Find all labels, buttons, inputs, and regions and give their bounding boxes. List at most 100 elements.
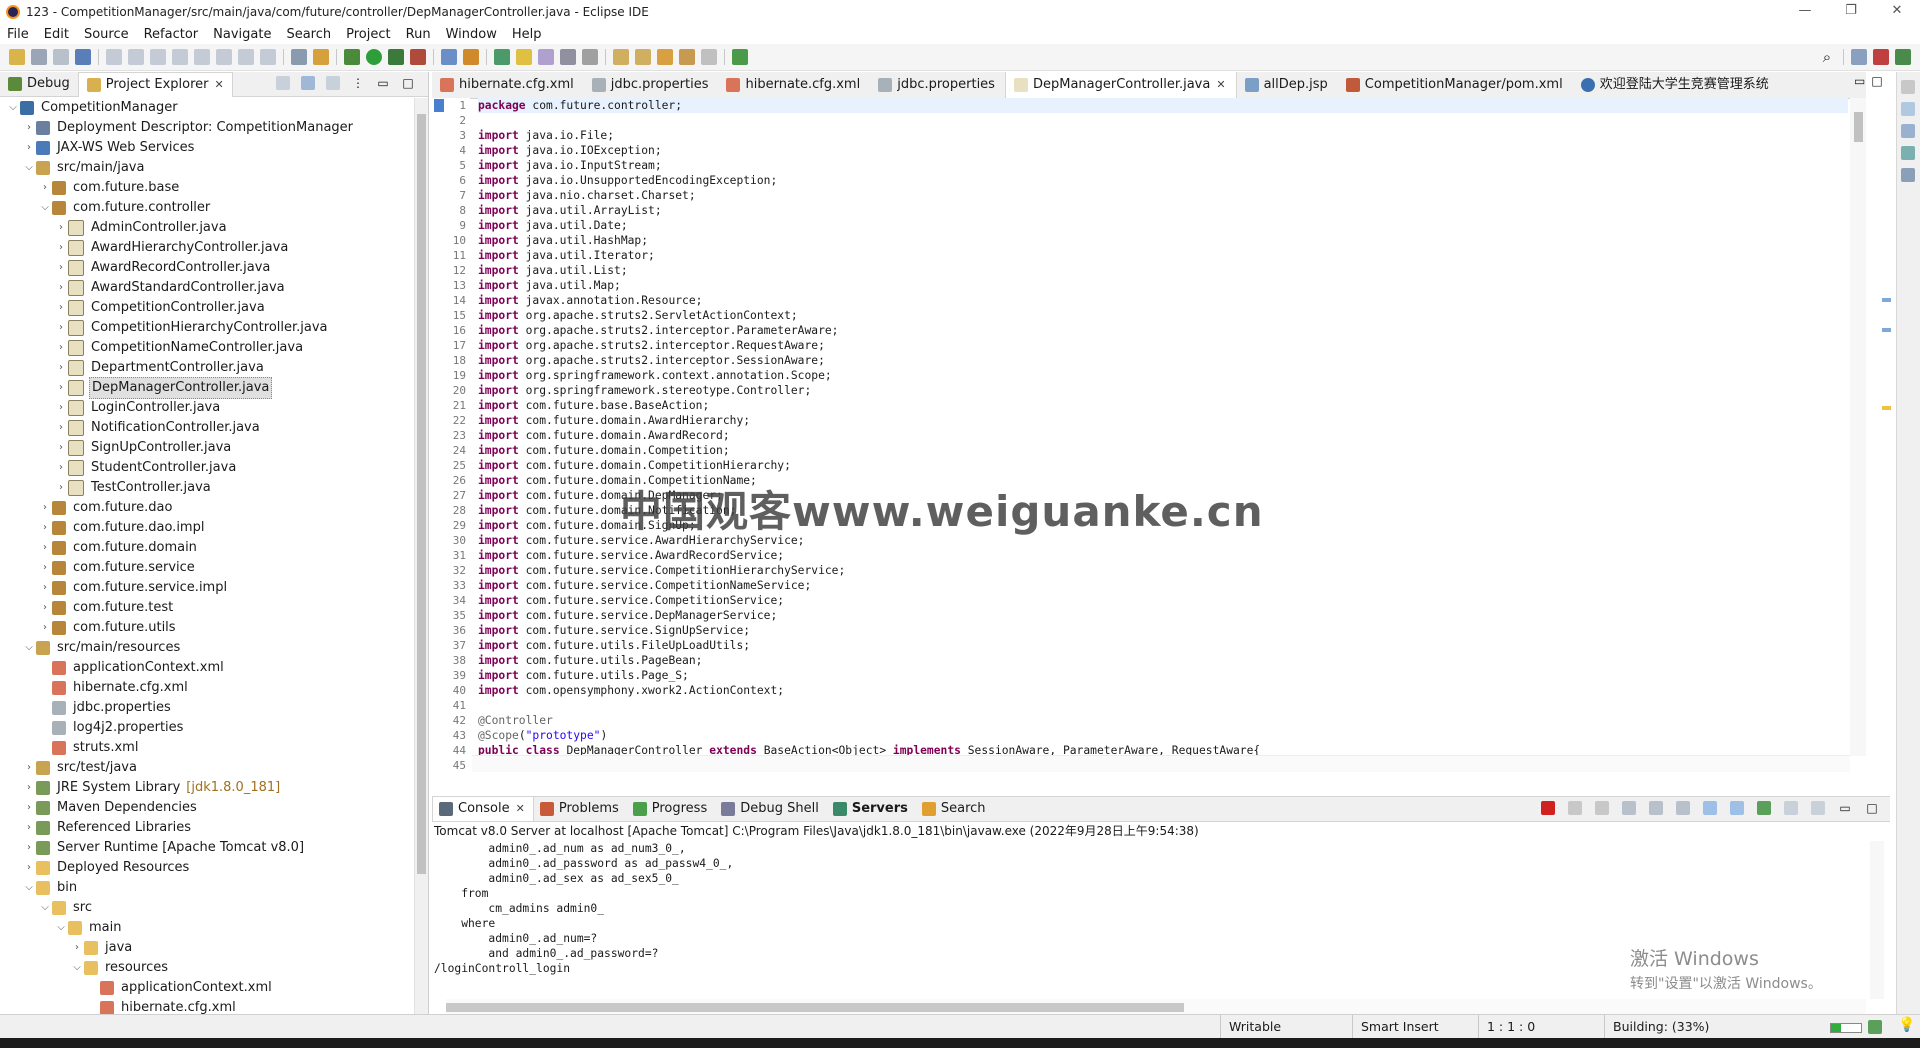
- chevron-right-icon[interactable]: ›: [22, 838, 36, 858]
- tree-item[interactable]: ⌵ main: [0, 918, 414, 938]
- code-line[interactable]: import com.future.service.CompetitionNam…: [478, 578, 1848, 593]
- build-progress-status[interactable]: Building: (33%): [1604, 1015, 1763, 1039]
- tree-item[interactable]: › com.future.test: [0, 598, 414, 618]
- save-icon[interactable]: [31, 49, 47, 65]
- menu-search[interactable]: Search: [279, 27, 339, 42]
- menu-file[interactable]: File: [0, 27, 37, 42]
- chevron-right-icon[interactable]: ›: [54, 218, 68, 238]
- open-perspective-icon[interactable]: [1851, 49, 1867, 65]
- tree-item[interactable]: › DepManagerController.java: [0, 377, 414, 399]
- console-tab[interactable]: Search: [916, 797, 994, 821]
- show-on-stderr-icon[interactable]: [1730, 801, 1744, 815]
- pilcrow-icon[interactable]: [582, 49, 598, 65]
- next-annotation-icon[interactable]: [613, 49, 629, 65]
- chevron-right-icon[interactable]: ›: [38, 618, 52, 638]
- close-icon[interactable]: ✕: [1216, 72, 1225, 98]
- console-line[interactable]: admin0_.ad_num as ad_num3_0_,: [434, 841, 1866, 856]
- minimize-button[interactable]: —: [1782, 0, 1828, 24]
- tree-item[interactable]: › com.future.domain: [0, 538, 414, 558]
- code-line[interactable]: import com.future.utils.PageBean;: [478, 653, 1848, 668]
- chevron-right-icon[interactable]: ›: [22, 858, 36, 878]
- link-with-editor-icon[interactable]: [301, 76, 315, 90]
- chevron-right-icon[interactable]: ›: [38, 178, 52, 198]
- pin-editor-icon[interactable]: [732, 49, 748, 65]
- code-line[interactable]: import java.io.InputStream;: [478, 158, 1848, 173]
- tree-scrollbar[interactable]: [414, 98, 428, 1014]
- show-on-stdout-icon[interactable]: [1703, 801, 1717, 815]
- tree-item[interactable]: jdbc.properties: [0, 698, 414, 718]
- maximize-view-icon[interactable]: □: [1865, 801, 1879, 815]
- tree-item[interactable]: › AwardStandardController.java: [0, 278, 414, 298]
- console-line[interactable]: from: [434, 886, 1866, 901]
- disconnect-icon[interactable]: [194, 49, 210, 65]
- tab-debug[interactable]: Debug: [0, 72, 78, 96]
- console-horizontal-scrollbar[interactable]: [446, 999, 1866, 1015]
- close-icon[interactable]: ✕: [516, 797, 525, 821]
- chevron-down-icon[interactable]: ⌵: [22, 158, 36, 178]
- menu-edit[interactable]: Edit: [37, 27, 77, 42]
- code-line[interactable]: import org.apache.struts2.interceptor.Re…: [478, 338, 1848, 353]
- tree-item[interactable]: › SignUpController.java: [0, 438, 414, 458]
- tree-item[interactable]: log4j2.properties: [0, 718, 414, 738]
- code-line[interactable]: @Controller: [478, 713, 1848, 728]
- back-icon[interactable]: [679, 49, 695, 65]
- outline-icon[interactable]: [1901, 168, 1915, 182]
- tree-item[interactable]: applicationContext.xml: [0, 978, 414, 998]
- tree-item[interactable]: › Referenced Libraries: [0, 818, 414, 838]
- console-tab[interactable]: Servers: [827, 797, 916, 821]
- chevron-down-icon[interactable]: ⌵: [54, 918, 68, 938]
- close-window-button[interactable]: ✕: [1874, 0, 1920, 24]
- code-line[interactable]: import com.future.service.AwardRecordSer…: [478, 548, 1848, 563]
- menu-project[interactable]: Project: [339, 27, 398, 42]
- console-line[interactable]: admin0_.ad_password as ad_passw4_0_,: [434, 856, 1866, 871]
- scrollbar-thumb[interactable]: [446, 1003, 1184, 1012]
- restore-button[interactable]: ❐: [1828, 0, 1874, 24]
- chevron-right-icon[interactable]: ›: [38, 498, 52, 518]
- tree-item[interactable]: ⌵ src/main/java: [0, 158, 414, 178]
- menu-run[interactable]: Run: [399, 27, 439, 42]
- debug-run-icon[interactable]: [344, 49, 360, 65]
- chevron-right-icon[interactable]: ›: [54, 398, 68, 418]
- tree-item[interactable]: › src/test/java: [0, 758, 414, 778]
- code-line[interactable]: import com.future.service.CompetitionHie…: [478, 563, 1848, 578]
- last-edit-location-icon[interactable]: [657, 49, 673, 65]
- skip-breakpoints-icon[interactable]: [106, 49, 122, 65]
- filter-icon[interactable]: [326, 76, 340, 90]
- console-tab[interactable]: Problems: [534, 797, 627, 821]
- tree-item[interactable]: › TestController.java: [0, 478, 414, 498]
- previous-annotation-icon[interactable]: [635, 49, 651, 65]
- code-line[interactable]: import com.future.utils.Page_S;: [478, 668, 1848, 683]
- tree-item[interactable]: › Deployed Resources: [0, 858, 414, 878]
- console-line[interactable]: where: [434, 916, 1866, 931]
- chevron-right-icon[interactable]: ›: [54, 298, 68, 318]
- tree-item[interactable]: › com.future.dao: [0, 498, 414, 518]
- menu-refactor[interactable]: Refactor: [137, 27, 207, 42]
- chevron-right-icon[interactable]: ›: [22, 758, 36, 778]
- tree-item[interactable]: › com.future.service: [0, 558, 414, 578]
- editor-horizontal-scrollbar[interactable]: [472, 755, 1850, 772]
- console-tab[interactable]: Debug Shell: [715, 797, 827, 821]
- code-line[interactable]: package com.future.controller;: [478, 98, 1848, 113]
- tree-item[interactable]: ⌵ src/main/resources: [0, 638, 414, 658]
- toggle-block-selection-icon[interactable]: [538, 49, 554, 65]
- code-line[interactable]: import com.future.domain.AwardRecord;: [478, 428, 1848, 443]
- minimize-view-icon[interactable]: ▭: [376, 76, 390, 90]
- minimize-editor-icon[interactable]: ▭: [1854, 74, 1865, 88]
- tree-item[interactable]: › NotificationController.java: [0, 418, 414, 438]
- chevron-right-icon[interactable]: ›: [54, 418, 68, 438]
- run-icon[interactable]: [366, 49, 382, 65]
- chevron-right-icon[interactable]: ›: [38, 538, 52, 558]
- editor-tab[interactable]: CompetitionManager/pom.xml: [1338, 72, 1573, 98]
- chevron-right-icon[interactable]: ›: [38, 558, 52, 578]
- tree-item[interactable]: ⌵ src: [0, 898, 414, 918]
- code-line[interactable]: import java.util.HashMap;: [478, 233, 1848, 248]
- occurrence-marker[interactable]: [1882, 328, 1891, 332]
- chevron-right-icon[interactable]: ›: [22, 798, 36, 818]
- code-line[interactable]: import com.future.utils.FileUpLoadUtils;: [478, 638, 1848, 653]
- chevron-down-icon[interactable]: ⌵: [22, 878, 36, 898]
- tree-item[interactable]: struts.xml: [0, 738, 414, 758]
- tree-item[interactable]: › com.future.utils: [0, 618, 414, 638]
- console-tab[interactable]: Console ✕: [432, 797, 534, 821]
- use-step-filters-icon[interactable]: [313, 49, 329, 65]
- tab-project-explorer[interactable]: Project Explorer ✕: [77, 71, 233, 97]
